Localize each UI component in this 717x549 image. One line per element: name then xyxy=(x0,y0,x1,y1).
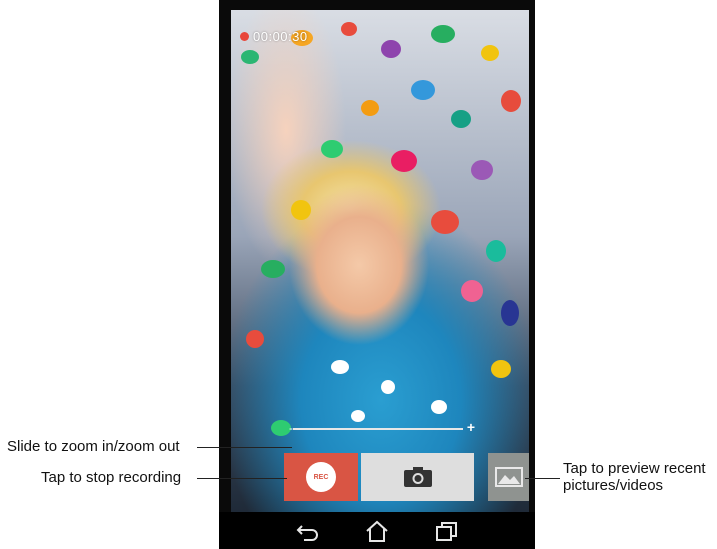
confetti-piece xyxy=(381,380,395,394)
confetti-piece xyxy=(241,50,259,64)
confetti-piece xyxy=(461,280,483,302)
confetti-piece xyxy=(501,90,521,112)
stop-callout-line xyxy=(197,478,287,479)
capture-photo-button[interactable] xyxy=(361,453,474,501)
confetti-piece xyxy=(501,300,519,326)
confetti-piece xyxy=(431,25,455,43)
confetti-piece xyxy=(261,260,285,278)
confetti-piece xyxy=(411,80,435,100)
confetti-piece xyxy=(381,40,401,58)
recording-timer: 00:00:30 xyxy=(253,29,308,44)
confetti-piece xyxy=(246,330,264,348)
rec-label: REC xyxy=(313,473,329,481)
confetti-piece xyxy=(431,400,447,414)
confetti-piece xyxy=(331,360,349,374)
zoom-slider[interactable] xyxy=(293,428,463,430)
home-icon[interactable] xyxy=(365,520,389,542)
back-icon[interactable] xyxy=(296,520,320,542)
confetti-piece xyxy=(451,110,471,128)
recent-media-thumbnail[interactable] xyxy=(488,453,529,501)
zoom-callout-line xyxy=(197,447,292,448)
camera-icon xyxy=(403,467,432,487)
stop-callout-label: Tap to stop recording xyxy=(41,469,182,486)
zoom-callout-label: Slide to zoom in/zoom out xyxy=(7,438,180,455)
confetti-piece xyxy=(341,22,357,36)
confetti-piece xyxy=(351,410,365,422)
camera-viewfinder[interactable] xyxy=(231,10,529,512)
confetti-piece xyxy=(291,200,311,220)
confetti-piece xyxy=(431,210,459,234)
recording-dot-icon xyxy=(240,32,249,41)
confetti-piece xyxy=(471,160,493,180)
preview-callout-line xyxy=(525,478,560,479)
confetti-piece xyxy=(361,100,379,116)
confetti-piece xyxy=(391,150,417,172)
confetti-piece xyxy=(486,240,506,262)
recent-apps-icon[interactable] xyxy=(435,520,459,542)
confetti-piece xyxy=(491,360,511,378)
confetti-piece xyxy=(321,140,343,158)
preview-callout-label-line1: Tap to preview recent xyxy=(563,460,706,477)
zoom-in-icon[interactable]: + xyxy=(465,419,477,435)
confetti-piece xyxy=(481,45,499,61)
preview-callout-label-line2: pictures/videos xyxy=(563,477,664,494)
recording-indicator: 00:00:30 xyxy=(240,29,308,44)
gallery-icon xyxy=(494,467,523,487)
rec-icon: REC xyxy=(306,462,336,492)
stop-recording-button[interactable]: REC xyxy=(284,453,358,501)
navigation-bar xyxy=(219,512,535,549)
